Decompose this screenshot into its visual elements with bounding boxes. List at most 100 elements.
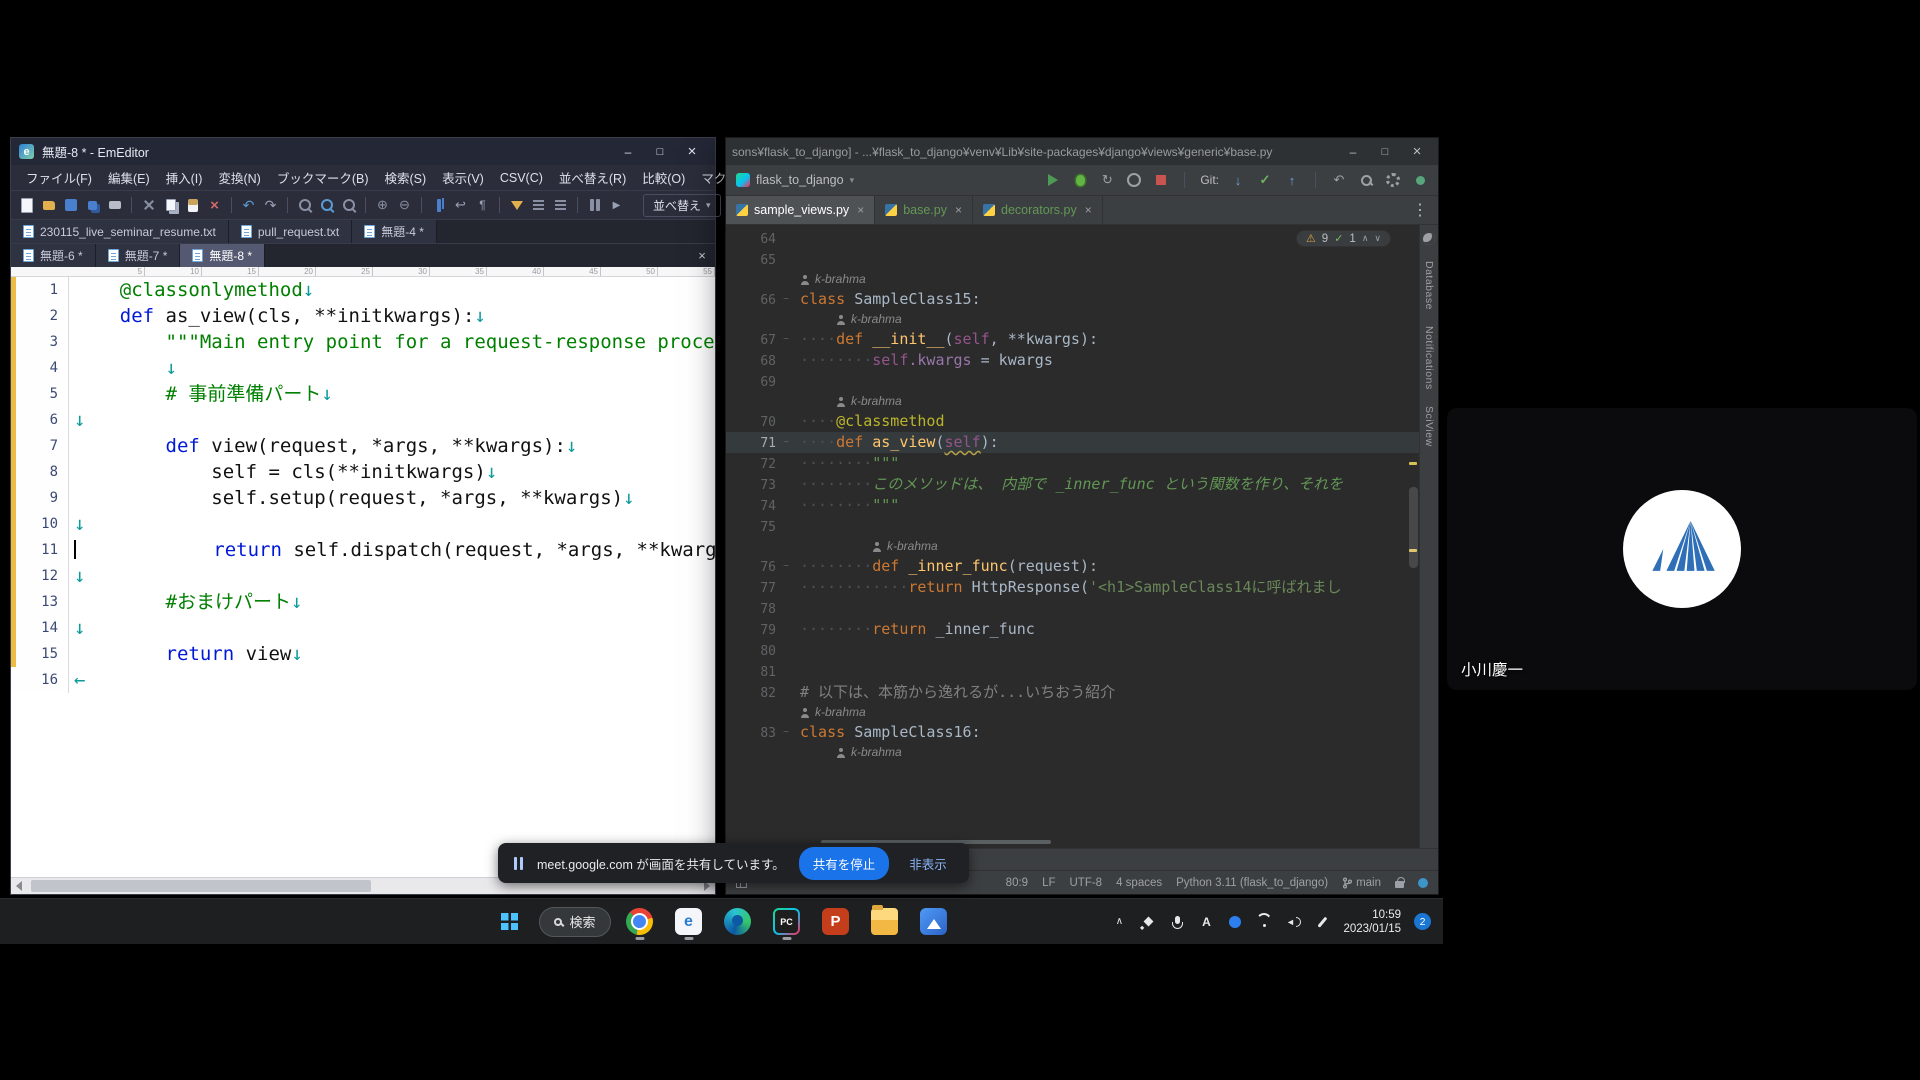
- run-button[interactable]: [1045, 172, 1061, 188]
- close-tab-icon[interactable]: ×: [1085, 203, 1092, 217]
- taskbar-clock[interactable]: 10:59 2023/01/15: [1343, 908, 1401, 936]
- line-ending-indicator[interactable]: LF: [1042, 877, 1055, 889]
- tool-window-label-notifications[interactable]: Notifications: [1423, 326, 1435, 390]
- zoom-in-icon[interactable]: [373, 196, 392, 215]
- taskbar-search[interactable]: 検索: [538, 907, 610, 937]
- participant-tile[interactable]: 小川慶一: [1447, 408, 1917, 690]
- menu-item[interactable]: CSV(C): [493, 169, 550, 187]
- close-button[interactable]: [1402, 141, 1432, 163]
- photos-icon[interactable]: [914, 902, 954, 942]
- fold-icon[interactable]: −: [783, 722, 789, 743]
- fold-icon[interactable]: −: [783, 432, 789, 453]
- macro-play-icon[interactable]: [607, 196, 626, 215]
- copilot-status-icon[interactable]: [1412, 172, 1428, 188]
- minimize-button[interactable]: [613, 141, 643, 163]
- editor-tab[interactable]: sample_views.py×: [726, 196, 875, 224]
- maximize-button[interactable]: [1370, 141, 1400, 163]
- debug-button[interactable]: [1072, 172, 1088, 188]
- save-icon[interactable]: [61, 196, 80, 215]
- notification-dot-icon[interactable]: [1418, 878, 1428, 888]
- emeditor-text-area[interactable]: 1 @classonlymethod↓2 def as_view(cls, **…: [11, 277, 715, 877]
- volume-icon[interactable]: [1285, 914, 1301, 930]
- scroll-left-arrow[interactable]: [16, 881, 22, 891]
- menu-item[interactable]: 検索(S): [377, 166, 433, 189]
- menu-item[interactable]: ブックマーク(B): [270, 166, 376, 189]
- print-icon[interactable]: [105, 196, 124, 215]
- profiler-button[interactable]: [1126, 172, 1142, 188]
- close-tab-icon[interactable]: ×: [955, 203, 962, 217]
- stripe-warning-mark[interactable]: [1409, 462, 1417, 465]
- menu-item[interactable]: 変換(N): [211, 166, 267, 189]
- editor-tab[interactable]: 無題-7 *: [96, 244, 181, 267]
- maximize-button[interactable]: [645, 141, 675, 163]
- interpreter-indicator[interactable]: Python 3.11 (flask_to_django): [1176, 877, 1328, 889]
- find-icon[interactable]: [295, 196, 314, 215]
- stop-button[interactable]: [1153, 172, 1169, 188]
- editor-tab[interactable]: decorators.py×: [973, 196, 1103, 224]
- settings-button[interactable]: [1385, 172, 1401, 188]
- push-button[interactable]: [1284, 172, 1300, 188]
- editor-tab[interactable]: 無題-8 *: [180, 244, 265, 267]
- sort-ascending-icon[interactable]: [529, 196, 548, 215]
- menu-item[interactable]: ファイル(F): [19, 166, 99, 189]
- tab-options-kebab-icon[interactable]: [1402, 196, 1438, 224]
- git-branch-indicator[interactable]: main: [1342, 877, 1381, 889]
- sort-button[interactable]: 並べ替え: [643, 194, 721, 217]
- editor-tab[interactable]: pull_request.txt: [229, 220, 352, 243]
- menu-item[interactable]: 編集(E): [101, 166, 157, 189]
- fold-icon[interactable]: −: [783, 289, 789, 310]
- prev-problem-arrow[interactable]: ∧: [1362, 233, 1369, 244]
- find-in-files-icon[interactable]: [339, 196, 358, 215]
- pen-icon[interactable]: [1314, 914, 1330, 930]
- editor-tab[interactable]: base.py×: [875, 196, 973, 224]
- next-problem-arrow[interactable]: ∨: [1374, 233, 1381, 244]
- dropbox-icon[interactable]: [1140, 914, 1156, 930]
- delete-icon[interactable]: [205, 196, 224, 215]
- chevron-up-icon[interactable]: [1111, 914, 1127, 930]
- menu-item[interactable]: 比較(O): [635, 166, 692, 189]
- vscroll-thumb[interactable]: [1409, 487, 1418, 568]
- start-button[interactable]: [489, 902, 529, 942]
- cut-icon[interactable]: [139, 196, 158, 215]
- ime-indicator[interactable]: A: [1198, 914, 1214, 930]
- close-button[interactable]: [677, 141, 707, 163]
- rollback-button[interactable]: [1331, 172, 1347, 188]
- tool-window-label-sciview[interactable]: SciView: [1423, 406, 1435, 447]
- commit-button[interactable]: [1257, 172, 1273, 188]
- indent-indicator[interactable]: 4 spaces: [1116, 877, 1162, 889]
- notification-count-badge[interactable]: 2: [1414, 913, 1431, 930]
- close-tab-icon[interactable]: ×: [857, 203, 864, 217]
- new-file-icon[interactable]: [17, 196, 36, 215]
- inspections-widget[interactable]: 9 1 ∧ ∨: [1296, 230, 1391, 247]
- encoding-indicator[interactable]: UTF-8: [1069, 877, 1102, 889]
- menu-item[interactable]: 並べ替え(R): [552, 166, 633, 189]
- mic-icon[interactable]: [1169, 914, 1185, 930]
- edge-icon[interactable]: [718, 902, 758, 942]
- sort-descending-icon[interactable]: [551, 196, 570, 215]
- editor-tab[interactable]: 230115_live_seminar_resume.txt: [11, 220, 229, 243]
- undo-icon[interactable]: [239, 196, 258, 215]
- hide-banner-button[interactable]: 非表示: [903, 848, 953, 879]
- menu-item[interactable]: 挿入(I): [159, 166, 210, 189]
- editor-tab[interactable]: 無題-4 *: [352, 220, 437, 243]
- powerpoint-icon[interactable]: [816, 902, 856, 942]
- special-chars-icon[interactable]: [473, 196, 492, 215]
- github-copilot-icon[interactable]: [1423, 233, 1435, 245]
- pycharm-editor-area[interactable]: 6465k-brahma66−class SampleClass15:k-bra…: [726, 225, 1419, 848]
- zoom-out-icon[interactable]: [395, 196, 414, 215]
- menu-item[interactable]: 表示(V): [435, 166, 491, 189]
- filter-icon[interactable]: [507, 196, 526, 215]
- status-dot-icon[interactable]: [1227, 914, 1243, 930]
- emeditor-icon[interactable]: [669, 902, 709, 942]
- chrome-icon[interactable]: [620, 902, 660, 942]
- save-all-icon[interactable]: [83, 196, 102, 215]
- project-selector[interactable]: flask_to_django: [736, 173, 854, 187]
- explorer-icon[interactable]: [865, 902, 905, 942]
- editor-tab[interactable]: 無題-6 *: [11, 244, 96, 267]
- paste-icon[interactable]: [183, 196, 202, 215]
- stop-sharing-button[interactable]: 共有を停止: [799, 847, 890, 880]
- search-everywhere-button[interactable]: [1358, 172, 1374, 188]
- replace-icon[interactable]: [317, 196, 336, 215]
- fold-icon[interactable]: −: [783, 329, 789, 350]
- caret-position[interactable]: 80:9: [1006, 877, 1028, 889]
